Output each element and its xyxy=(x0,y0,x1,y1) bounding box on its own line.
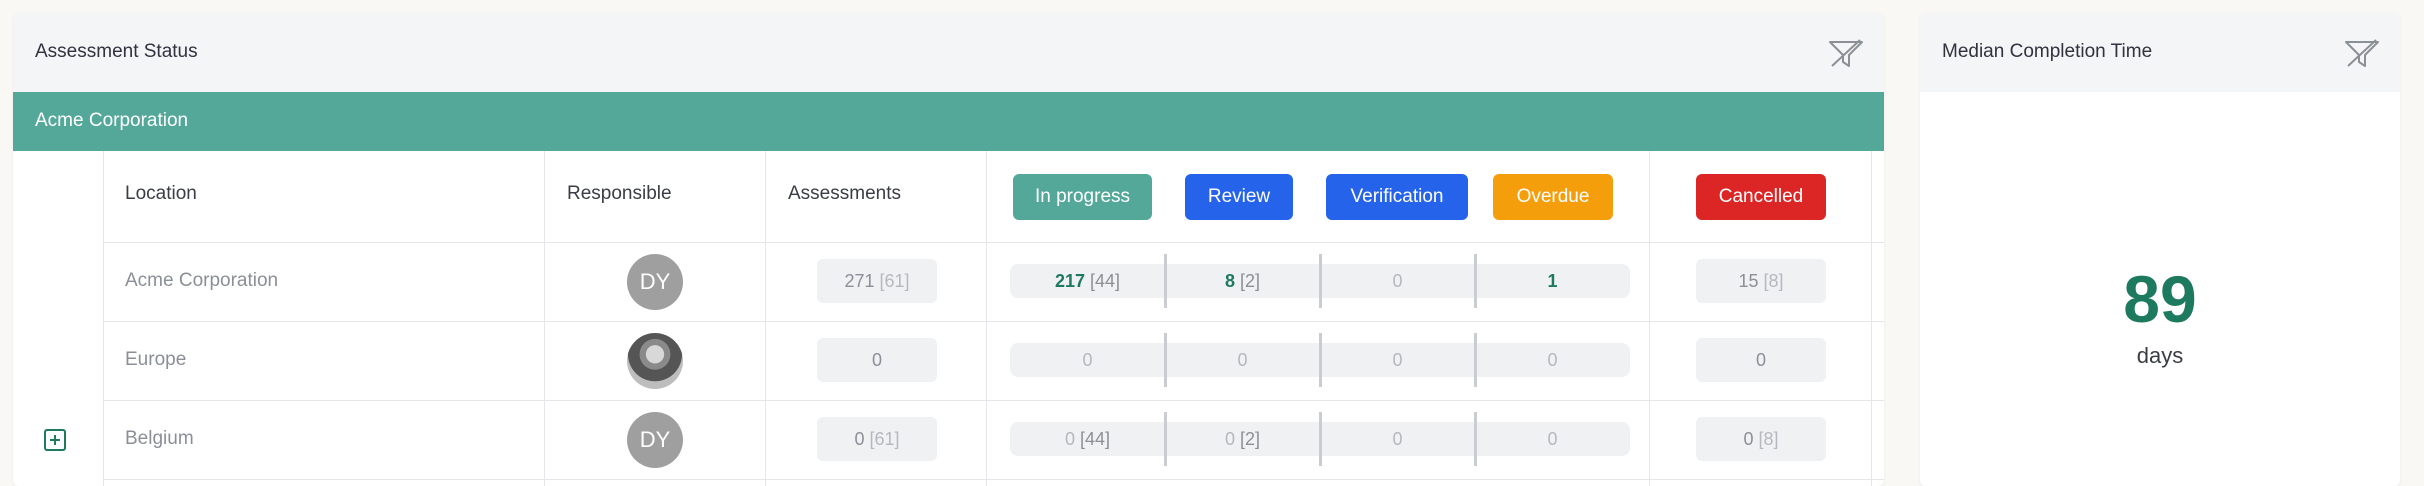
panel-title: Assessment Status xyxy=(35,41,198,62)
cancelled-count[interactable]: 0 [8] xyxy=(1696,417,1826,461)
status-table: Location Responsible Assessments In prog… xyxy=(13,151,1884,486)
overdue-button[interactable]: Overdue xyxy=(1493,174,1613,220)
avatar[interactable]: DY xyxy=(627,412,683,468)
company-name: Acme Corporation xyxy=(35,110,189,131)
assessment-status-header: Assessment Status xyxy=(13,13,1884,92)
assessments-count[interactable]: 0 [61] xyxy=(817,417,937,461)
verification-count[interactable]: 0 xyxy=(1320,264,1475,298)
panel-title: Median Completion Time xyxy=(1942,41,2153,62)
segment-separator xyxy=(1474,254,1477,308)
segment-separator xyxy=(1474,412,1477,466)
review-count[interactable]: 8 [2] xyxy=(1165,264,1320,298)
verification-button[interactable]: Verification xyxy=(1326,174,1468,220)
overdue-count[interactable]: 0 xyxy=(1475,422,1630,456)
review-button[interactable]: Review xyxy=(1185,174,1293,220)
avatar[interactable]: DY xyxy=(627,254,683,310)
filter-icon[interactable] xyxy=(2344,39,2380,69)
in-progress-count[interactable]: 0 xyxy=(1010,343,1165,377)
row-divider xyxy=(103,321,1884,322)
filter-icon[interactable] xyxy=(1828,39,1864,69)
median-value: 89 xyxy=(2123,262,2197,336)
location-name[interactable]: Belgium xyxy=(125,428,194,450)
column-divider xyxy=(765,151,766,486)
segment-separator xyxy=(1474,333,1477,387)
review-count[interactable]: 0 [2] xyxy=(1165,422,1320,456)
column-divider xyxy=(103,151,104,486)
cancelled-count[interactable]: 0 xyxy=(1696,338,1826,382)
in-progress-count[interactable]: 217 [44] xyxy=(1010,264,1165,298)
location-name[interactable]: Acme Corporation xyxy=(125,270,278,292)
expand-icon[interactable] xyxy=(44,429,66,451)
row-divider xyxy=(103,479,1884,480)
avatar[interactable] xyxy=(627,333,683,389)
verification-count[interactable]: 0 xyxy=(1320,343,1475,377)
segment-separator xyxy=(1164,254,1167,308)
segment-separator xyxy=(1319,254,1322,308)
cancelled-count[interactable]: 15 [8] xyxy=(1696,259,1826,303)
median-unit: days xyxy=(2136,343,2184,368)
column-divider xyxy=(986,151,987,486)
row-divider xyxy=(103,242,1884,243)
overdue-count[interactable]: 0 xyxy=(1475,343,1630,377)
location-name[interactable]: Europe xyxy=(125,349,186,371)
segment-separator xyxy=(1164,333,1167,387)
segment-separator xyxy=(1164,412,1167,466)
column-divider xyxy=(1871,151,1872,486)
column-divider xyxy=(1649,151,1650,486)
in-progress-count[interactable]: 0 [44] xyxy=(1010,422,1165,456)
assessments-count[interactable]: 271 [61] xyxy=(817,259,937,303)
header-assessments[interactable]: Assessments xyxy=(788,183,901,205)
company-bar[interactable]: Acme Corporation xyxy=(13,92,1884,151)
row-divider xyxy=(103,400,1884,401)
header-responsible[interactable]: Responsible xyxy=(567,183,672,205)
overdue-count[interactable]: 1 xyxy=(1475,264,1630,298)
in-progress-button[interactable]: In progress xyxy=(1013,174,1152,220)
segment-separator xyxy=(1319,333,1322,387)
column-divider xyxy=(544,151,545,486)
median-completion-panel: Median Completion Time 89 days xyxy=(1920,13,2400,486)
review-count[interactable]: 0 xyxy=(1165,343,1320,377)
verification-count[interactable]: 0 xyxy=(1320,422,1475,456)
median-completion-header: Median Completion Time xyxy=(1920,13,2400,92)
assessment-status-panel: Assessment Status Acme Corporation Locat… xyxy=(13,13,1884,486)
cancelled-button[interactable]: Cancelled xyxy=(1696,174,1826,220)
assessments-count[interactable]: 0 xyxy=(817,338,937,382)
header-location[interactable]: Location xyxy=(125,183,197,205)
segment-separator xyxy=(1319,412,1322,466)
